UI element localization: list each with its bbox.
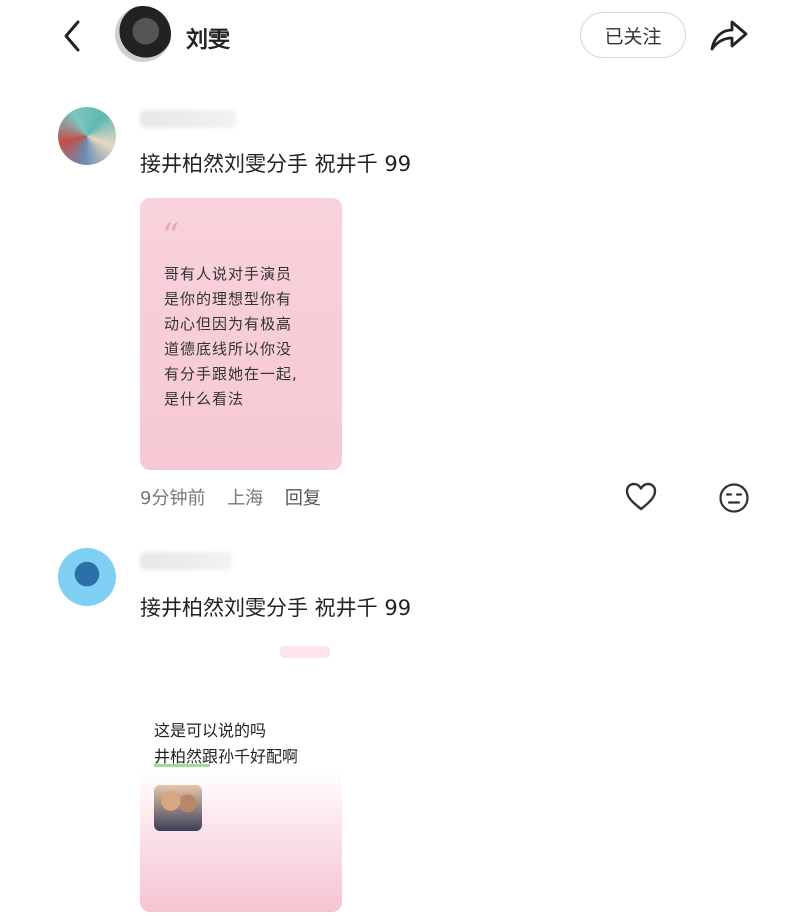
highlight-underline	[154, 764, 210, 767]
comment-meta: 9分钟前 上海 回复	[140, 484, 337, 510]
comment-location: 上海	[227, 488, 264, 509]
share-arrow-icon	[710, 20, 748, 51]
follow-button[interactable]: 已关注	[580, 12, 686, 58]
photo-thumbnail	[154, 785, 202, 831]
comment-text: 接井柏然刘雯分手 祝井千 99	[140, 596, 412, 620]
chevron-left-icon	[64, 20, 80, 52]
commenter-name-blurred[interactable]	[140, 110, 236, 128]
card-line: 动心但因为有极高	[164, 315, 293, 333]
commenter-avatar[interactable]	[58, 107, 116, 165]
card-line: 是什么看法	[164, 390, 245, 408]
neutral-face-icon	[719, 483, 749, 513]
author-avatar[interactable]	[115, 6, 171, 62]
heart-outline-icon	[625, 482, 657, 511]
card-line: 是你的理想型你有	[164, 290, 293, 308]
emoji-button[interactable]	[718, 482, 750, 514]
comment-page: 刘雯 已关注 接井柏然刘雯分手 祝井千 99 “ 哥有人说对手演员 是你的理想型…	[0, 0, 800, 920]
share-button[interactable]	[706, 15, 750, 55]
card-line: 哥有人说对手演员	[164, 265, 293, 283]
like-button[interactable]	[624, 482, 658, 512]
card-line: 这是可以说的吗	[154, 721, 267, 740]
image-card[interactable]: “ 哥有人说对手演员 是你的理想型你有 动心但因为有极高 道德底线所以你没 有分…	[140, 198, 342, 470]
image-card[interactable]: 这是可以说的吗 井柏然跟孙千好配啊	[140, 640, 342, 912]
back-button[interactable]	[58, 16, 88, 56]
card-line: 道德底线所以你没	[164, 340, 293, 358]
comment-text: 接井柏然刘雯分手 祝井千 99	[140, 152, 412, 176]
card-header-blur	[280, 646, 330, 658]
reply-button[interactable]: 回复	[285, 488, 321, 509]
comment-time: 9分钟前	[140, 488, 206, 509]
quote-mark-icon: “	[162, 216, 180, 256]
commenter-name-blurred[interactable]	[140, 552, 232, 570]
top-bar: 刘雯 已关注	[0, 0, 800, 80]
card-text: 这是可以说的吗 井柏然跟孙千好配啊	[154, 718, 334, 770]
commenter-avatar[interactable]	[58, 548, 116, 606]
card-text: 哥有人说对手演员 是你的理想型你有 动心但因为有极高 道德底线所以你没 有分手跟…	[164, 262, 332, 412]
card-line: 有分手跟她在一起,	[164, 365, 298, 383]
author-name[interactable]: 刘雯	[186, 22, 230, 54]
